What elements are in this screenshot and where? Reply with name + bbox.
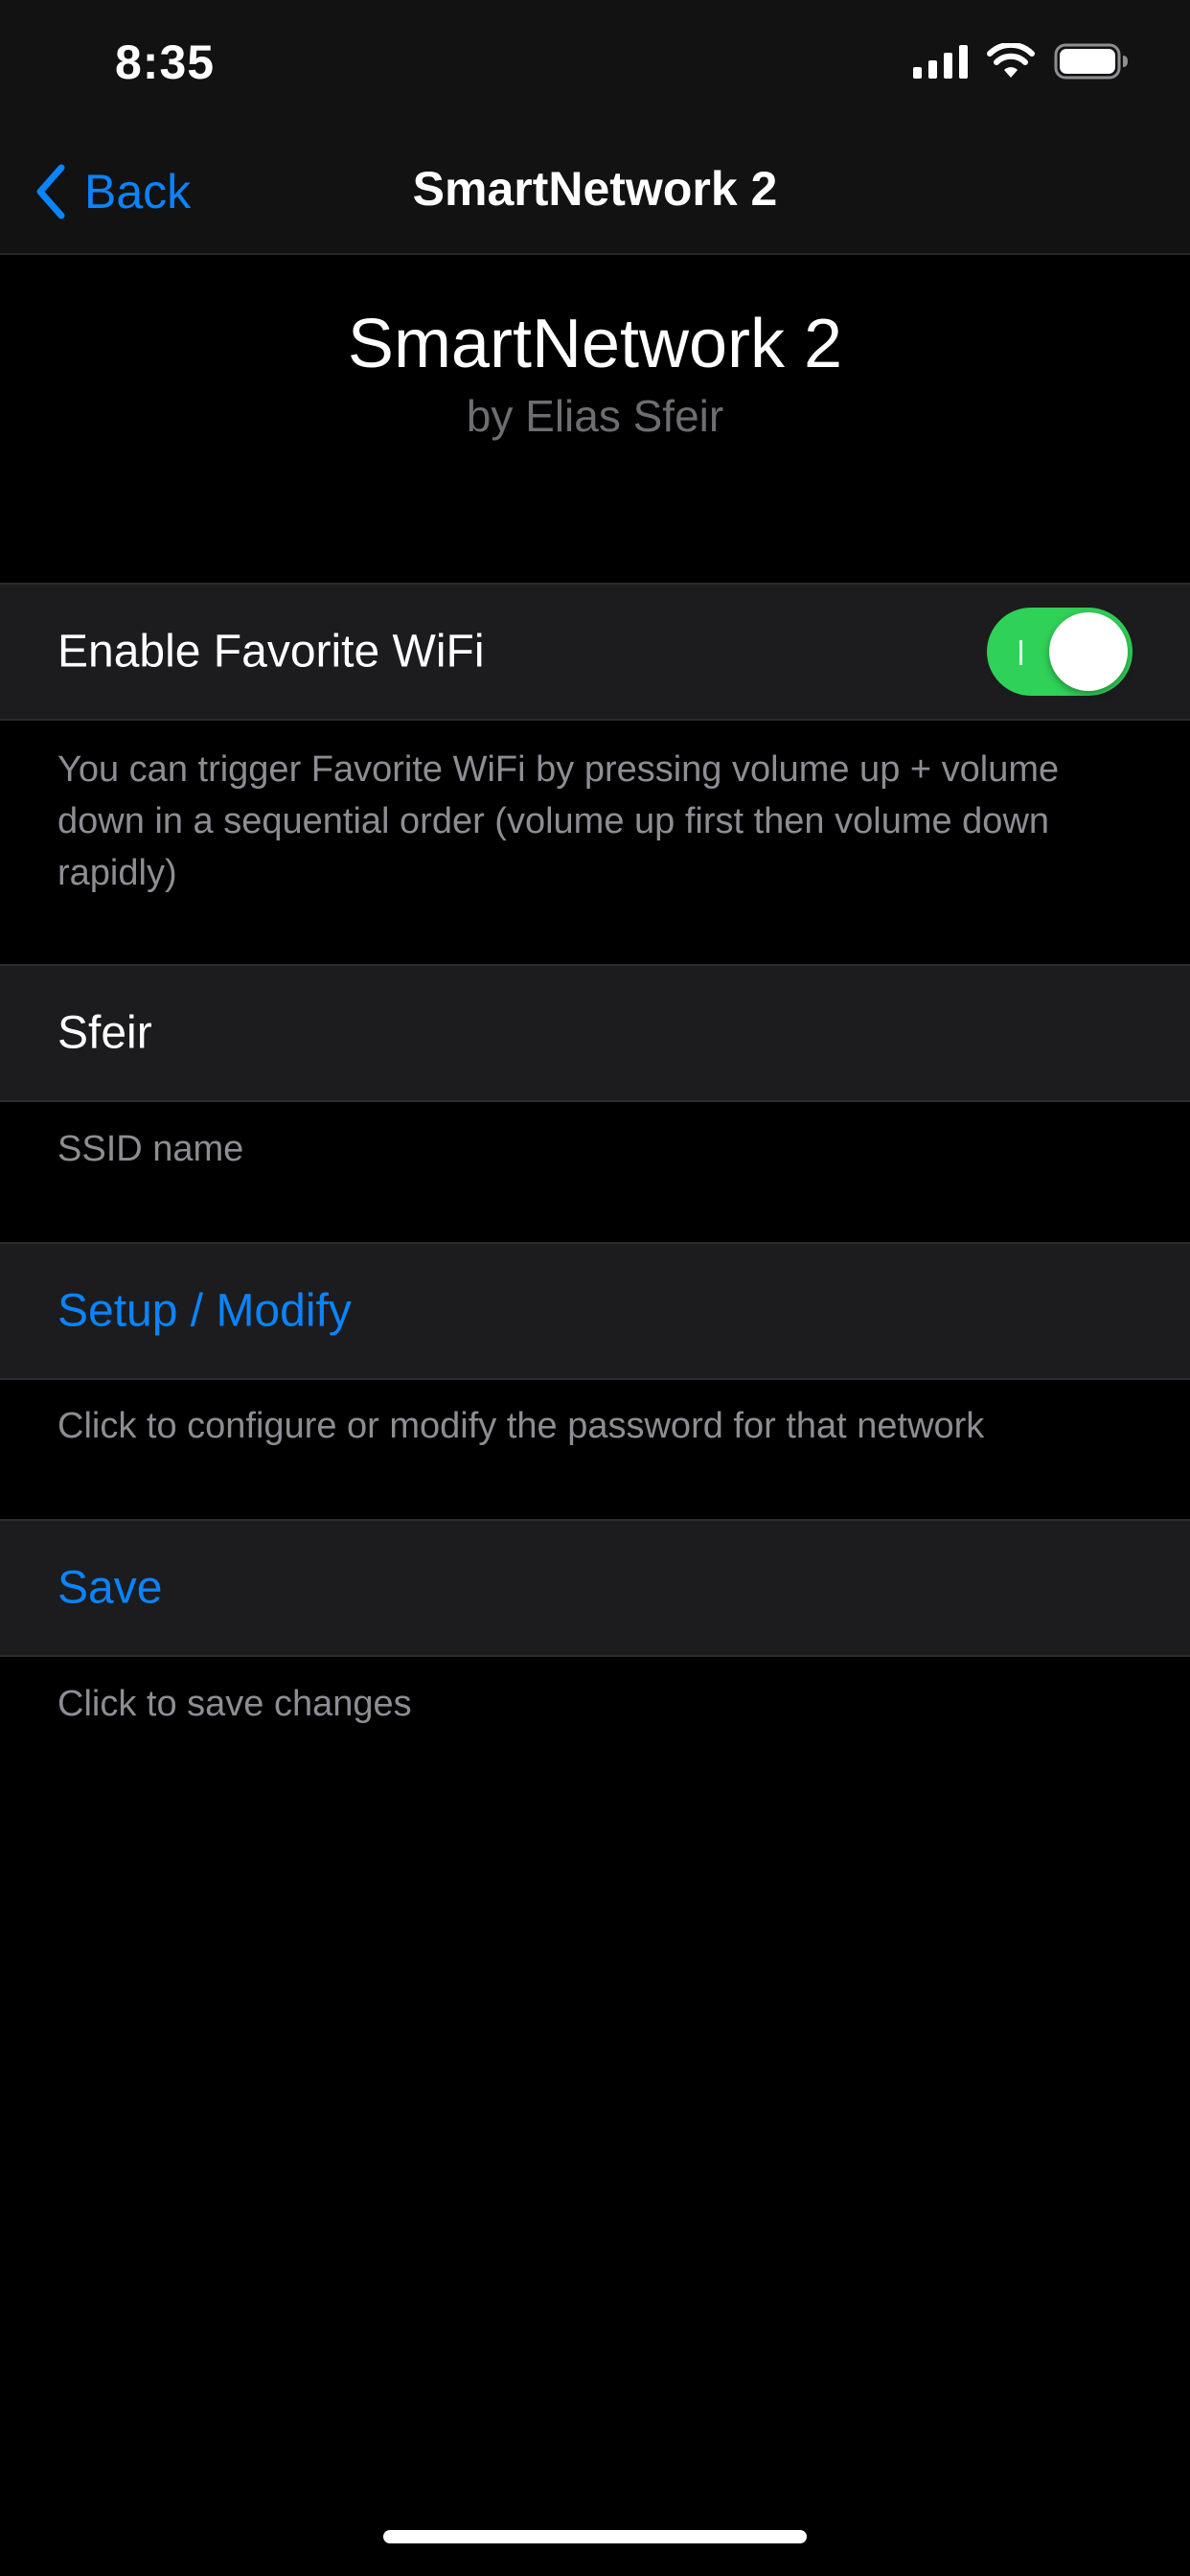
- setup-modify-footer: Click to configure or modify the passwor…: [57, 1406, 985, 1446]
- battery-icon: [1054, 43, 1128, 80]
- home-indicator[interactable]: [383, 2530, 807, 2543]
- ssid-footer: SSID name: [57, 1129, 244, 1169]
- save-cell[interactable]: Save: [0, 1519, 1190, 1657]
- favorite-wifi-toggle[interactable]: [987, 608, 1133, 696]
- cellular-signal-icon: [913, 44, 968, 79]
- setup-modify-cell[interactable]: Setup / Modify: [0, 1242, 1190, 1380]
- app-name: SmartNetwork 2: [347, 306, 843, 382]
- favorite-wifi-footer: You can trigger Favorite WiFi by pressin…: [57, 749, 1060, 893]
- setup-modify-button[interactable]: Setup / Modify: [57, 1285, 352, 1338]
- app-header: SmartNetwork 2 by Elias Sfeir: [0, 306, 1190, 442]
- status-icons: [913, 42, 1129, 80]
- app-author: by Elias Sfeir: [466, 391, 724, 442]
- top-bar: 8:35 Back SmartNetwork 2: [0, 0, 1190, 255]
- ssid-cell[interactable]: Sfeir: [0, 964, 1190, 1102]
- wifi-icon: [987, 43, 1035, 78]
- save-button[interactable]: Save: [57, 1562, 162, 1615]
- nav-title: SmartNetwork 2: [412, 162, 778, 216]
- favorite-wifi-label: Enable Favorite WiFi: [57, 626, 485, 678]
- ssid-value[interactable]: Sfeir: [57, 1007, 152, 1060]
- toggle-knob: [1049, 612, 1128, 691]
- favorite-wifi-cell: Enable Favorite WiFi: [0, 583, 1190, 721]
- status-time: 8:35: [115, 35, 216, 89]
- toggle-on-indicator: [1019, 640, 1022, 665]
- save-footer: Click to save changes: [57, 1684, 412, 1724]
